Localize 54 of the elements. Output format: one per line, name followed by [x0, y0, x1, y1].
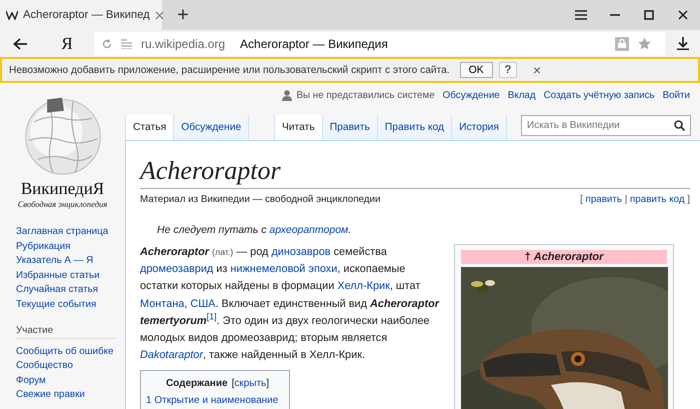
close-button[interactable]: ×: [532, 62, 542, 78]
article-link[interactable]: Монтана: [140, 298, 184, 310]
article-link[interactable]: США: [190, 298, 216, 310]
article-link[interactable]: нижнемеловой эпохи: [230, 263, 338, 276]
article-link[interactable]: править код: [630, 194, 685, 205]
article-title: Acheroraptor: [140, 154, 690, 189]
toc-title: Содержание: [166, 378, 228, 390]
article-link[interactable]: скрыть: [234, 378, 266, 390]
sidebar-link[interactable]: Заглавная страница: [16, 225, 108, 240]
sidebar-link[interactable]: Избранные статьи: [16, 268, 100, 284]
sidebar-link[interactable]: Рубрикация: [16, 240, 70, 254]
logo-wordmark[interactable]: ВикипедиЯ: [20, 179, 104, 199]
toc-item[interactable]: 1 Открытие и наименование: [146, 395, 289, 406]
sidebar-link[interactable]: Свежие правки: [16, 388, 85, 403]
logo-tagline: Свободная энциклопедия: [18, 199, 108, 209]
sidebar-link[interactable]: Указатель А — Я: [16, 254, 94, 269]
view-tab[interactable]: Читать: [274, 115, 323, 140]
view-tab[interactable]: Править: [322, 115, 378, 140]
sidebar-link[interactable]: Случайная статья: [16, 283, 98, 298]
article-subtitle: Материал из Википедии — свободной энциклопедии: [140, 194, 380, 205]
browser-tab[interactable]: Acheroraptor — Википед: [0, 0, 162, 30]
yandex-button[interactable]: Я: [40, 34, 94, 54]
article-link[interactable]: динозавров: [271, 246, 331, 258]
page-tab[interactable]: Обсуждение: [174, 115, 250, 140]
sidebar-link[interactable]: Текущие события: [16, 298, 96, 313]
sidebar-link[interactable]: Сообщить об ошибке: [16, 344, 114, 360]
new-tab-button[interactable]: +: [168, 0, 198, 30]
article-link[interactable]: Хелл-Крик: [337, 280, 390, 292]
article-link[interactable]: править: [586, 194, 622, 205]
toc-toggle: [скрыть]: [232, 378, 270, 390]
login-status: Вы не представились системе: [296, 90, 435, 100]
view-tab[interactable]: Править код: [378, 115, 452, 140]
notification-message: Невозможно добавить приложение, расширение или пользовательский скрипт с этого сайта.: [9, 64, 450, 76]
article-link[interactable]: археораптором: [269, 224, 348, 236]
ok-button[interactable]: OK: [460, 62, 493, 78]
article-link[interactable]: Dakotaraptor: [140, 349, 203, 362]
page-tab[interactable]: Статья: [126, 115, 174, 140]
sidebar-heading: Участие: [16, 324, 116, 339]
article-paragraph: Acheroraptor (лат.) — род динозавров семейства дромеозаврид из нижнемеловой эпохи, ископаемые остатки которых найдены в формации Хелл-Крик, штат Монтана, США. Включает единственный вид Acheroraptor temertyorum$^{[1]}$. Это один из двух геологически наиболее молодых видов дромеозаврид; вторым является Dakotaraptor, также найденный в Хелл-Крик.: [140, 245, 440, 364]
hatnote: Не следует путать с археораптором.: [157, 224, 352, 236]
reference-link[interactable]: [1]: [206, 314, 217, 327]
article-link[interactable]: дромеозаврид: [140, 263, 214, 276]
infobox-title: † Acheroraptor: [461, 250, 667, 264]
help-button[interactable]: ?: [498, 62, 517, 78]
personal-link[interactable]: Вклад: [508, 90, 536, 100]
personal-link[interactable]: Обсуждение: [442, 90, 500, 100]
personal-link[interactable]: Создать учётную запись: [544, 90, 655, 100]
sidebar-link[interactable]: Сообщество: [16, 359, 73, 374]
personal-link[interactable]: Войти: [662, 90, 690, 100]
edit-links: [ править | править код ]: [580, 194, 690, 205]
sidebar-link[interactable]: Форум: [16, 374, 46, 388]
view-tab[interactable]: История: [452, 115, 507, 140]
address-bar[interactable]: ru.wikipedia.org Acheroraptor — Википедия: [94, 32, 665, 56]
search-field[interactable]: Искать в Википедии: [521, 115, 691, 136]
